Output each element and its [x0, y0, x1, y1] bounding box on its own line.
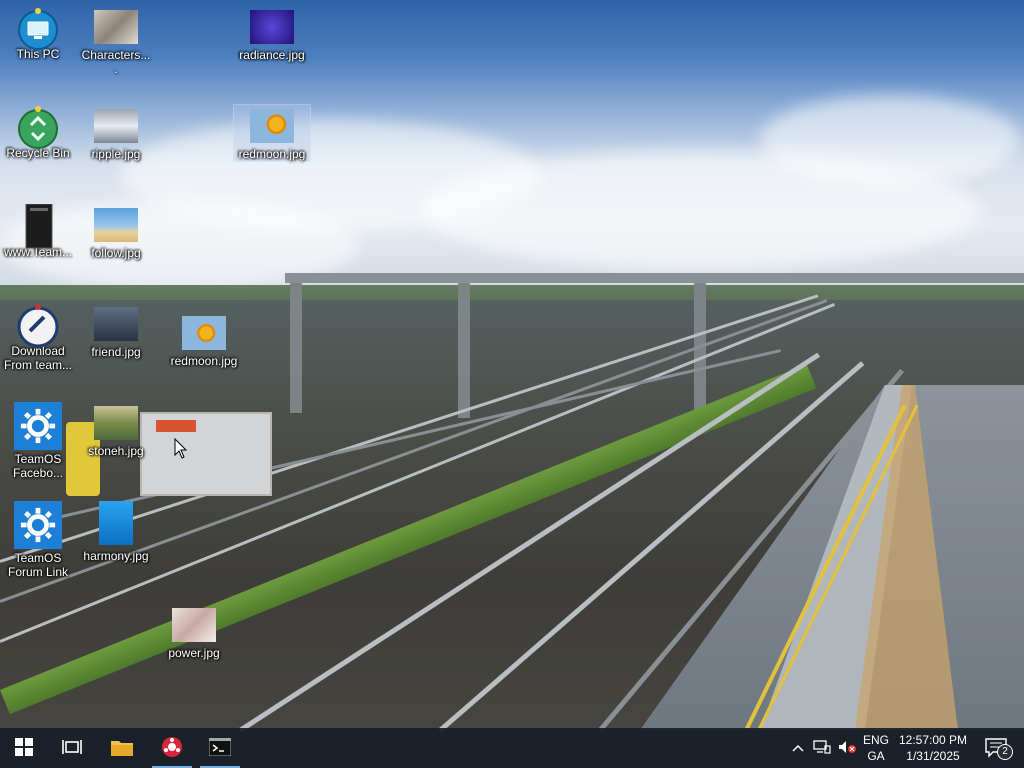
- cabinet-label: [156, 420, 196, 432]
- mouse-cursor-icon: [174, 437, 188, 465]
- image-file-icon: [250, 109, 294, 143]
- language-code: ENG: [862, 733, 889, 747]
- clock[interactable]: 12:57:00 PM 1/31/2025: [896, 732, 970, 764]
- chevron-up-icon: [792, 741, 804, 755]
- taskbar: ENG GA 12:57:00 PM 1/31/2025 2: [0, 728, 1024, 768]
- action-center-button[interactable]: 2: [976, 728, 1016, 768]
- image-file-icon: [94, 208, 138, 242]
- file-explorer-icon: [111, 738, 133, 759]
- desktop-icon-stoneh[interactable]: stoneh.jpg: [78, 402, 154, 458]
- volume-muted-icon: [838, 740, 856, 757]
- taskbar-command-prompt[interactable]: [198, 728, 242, 768]
- app-icon: [161, 736, 183, 761]
- image-file-icon: [94, 10, 138, 44]
- windows-start-icon: [15, 737, 33, 759]
- gear-icon: [14, 402, 62, 450]
- bridge-leg: [458, 283, 470, 418]
- image-file-icon: [172, 608, 216, 642]
- taskbar-app[interactable]: [150, 728, 194, 768]
- desktop-icon-friend[interactable]: friend.jpg: [78, 303, 154, 359]
- book-icon: [16, 203, 60, 249]
- notification-count-badge: 2: [997, 744, 1013, 760]
- network-button[interactable]: [810, 728, 834, 768]
- desktop-icon-characters[interactable]: Characters....: [78, 6, 154, 76]
- image-file-icon: [99, 501, 133, 545]
- bridge-leg: [290, 283, 302, 413]
- desktop-icon-power[interactable]: power.jpg: [156, 604, 232, 660]
- this-pc-icon: [16, 6, 60, 50]
- task-view-icon: [62, 738, 82, 759]
- language-indicator[interactable]: ENG GA: [860, 732, 892, 764]
- network-icon: [813, 739, 831, 757]
- trackside-cabinet: [140, 412, 272, 496]
- clock-date: 1/31/2025: [906, 749, 960, 763]
- notification-icon: 2: [985, 738, 1013, 760]
- desktop-icon-teamos-facebook[interactable]: TeamOS Facebo...: [0, 402, 76, 480]
- image-file-icon: [182, 316, 226, 350]
- desktop-icon-radiance[interactable]: radiance.jpg: [234, 6, 310, 62]
- image-file-icon: [94, 109, 138, 143]
- image-file-icon: [250, 10, 294, 44]
- cloud: [760, 95, 1020, 185]
- keyboard-layout-code: GA: [867, 749, 885, 763]
- desktop-icon-redmoon[interactable]: redmoon.jpg: [233, 104, 311, 162]
- desktop-icon-download-from-team[interactable]: Download From team...: [0, 303, 76, 372]
- footbridge: [285, 273, 1024, 283]
- task-view-button[interactable]: [48, 728, 96, 768]
- volume-button[interactable]: [836, 728, 858, 768]
- recycle-bin-icon: [16, 105, 60, 149]
- image-file-icon: [94, 307, 138, 341]
- gear-icon: [14, 501, 62, 549]
- desktop-icon-ripple[interactable]: ripple.jpg: [78, 105, 154, 161]
- taskbar-file-explorer[interactable]: [98, 728, 146, 768]
- desktop-icon-teamos-forum-link[interactable]: TeamOS Forum Link: [0, 501, 76, 579]
- image-file-icon: [94, 406, 138, 440]
- start-button[interactable]: [0, 728, 48, 768]
- desktop-icon-harmony[interactable]: harmony.jpg: [78, 501, 154, 563]
- show-hidden-icons-button[interactable]: [788, 728, 808, 768]
- desktop-icon-redmoon-copy[interactable]: redmoon.jpg: [166, 312, 242, 368]
- desktop-icon-www-team[interactable]: www.Team...: [0, 203, 76, 259]
- desktop-icon-follow[interactable]: follow.jpg: [78, 204, 154, 260]
- clock-time: 12:57:00 PM: [898, 733, 968, 747]
- desktop-icon-this-pc[interactable]: This PC: [0, 6, 76, 61]
- desktop-icon-recycle-bin[interactable]: Recycle Bin: [0, 105, 76, 160]
- command-prompt-icon: [208, 737, 232, 759]
- download-shortcut-icon: [16, 303, 60, 348]
